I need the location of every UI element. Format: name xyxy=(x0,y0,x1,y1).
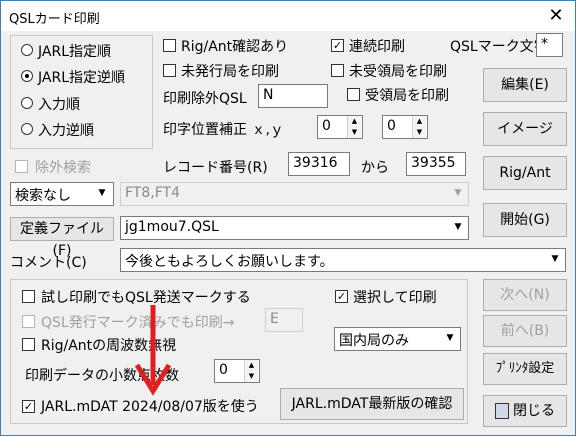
jarl-latest-button[interactable]: JARL.mDAT最新版の確認 xyxy=(280,388,464,420)
definition-file-select[interactable]: jg1mou7.QSL xyxy=(120,216,469,240)
start-button[interactable]: 開始(G) xyxy=(483,203,567,237)
comment-select[interactable]: 今後ともよろしくお願いします。 xyxy=(120,248,566,272)
order-radio-4[interactable] xyxy=(21,123,33,135)
chevron-down-icon[interactable]: ▼ xyxy=(450,188,466,198)
exclude-search-label: 除外検索 xyxy=(35,160,91,176)
comment-label: コメント(C) xyxy=(10,255,87,271)
rig-ant-button[interactable]: Rig/Ant xyxy=(483,156,567,190)
rig-ant-frequency-checkbox[interactable] xyxy=(22,338,35,351)
title-bar: QSLカード印刷 ✕ xyxy=(1,1,575,31)
chevron-down-icon[interactable]: ▼ xyxy=(450,222,466,232)
close-button-label: 閉じる xyxy=(513,403,555,419)
search-value-select[interactable]: FT8,FT4 xyxy=(120,182,469,206)
search-mode-value: 検索なし xyxy=(15,188,71,204)
select-print-checkbox[interactable]: ✓ xyxy=(335,290,348,303)
qsl-mark-field[interactable]: * xyxy=(536,33,563,57)
qsl-issued-print-checkbox[interactable] xyxy=(22,315,35,328)
jarl-mdat-label: JARL.mDAT 2024/08/07版を使う xyxy=(41,399,259,415)
image-button[interactable]: イメージ xyxy=(483,112,567,146)
received-label: 受領局を印刷 xyxy=(365,88,449,104)
received-checkbox[interactable] xyxy=(347,88,360,101)
qsl-print-window: QSLカード印刷 ✕ JARL指定順 JARL指定逆順 入力順 入力逆順 Rig… xyxy=(0,0,576,436)
close-button[interactable]: 閉じる xyxy=(483,395,567,427)
qsl-issued-field[interactable]: E xyxy=(265,308,303,332)
qsl-mark-label: QSLマーク文字 xyxy=(450,39,548,55)
domestic-value: 国内局のみ xyxy=(339,333,409,349)
decimal-spinner[interactable]: ▲ ▼ xyxy=(244,360,258,382)
record-to-label: から xyxy=(361,160,389,176)
exclude-qsl-label: 印刷除外QSL xyxy=(163,91,247,107)
printer-settings-button[interactable]: ﾌﾟﾘﾝﾀ設定 xyxy=(483,353,567,385)
jarl-mdat-checkbox[interactable]: ✓ xyxy=(22,400,35,413)
order-label-2: JARL指定逆順 xyxy=(38,70,125,86)
unreceived-label: 未受領局を印刷 xyxy=(349,64,447,80)
rig-ant-confirm-checkbox[interactable] xyxy=(163,39,176,52)
window-title: QSLカード印刷 xyxy=(9,12,100,27)
chevron-down-icon[interactable]: ▼ xyxy=(94,188,110,198)
definition-file-value: jg1mou7.QSL xyxy=(125,219,219,235)
annotation-arrow-icon xyxy=(134,305,172,396)
order-radio-1[interactable] xyxy=(21,44,33,56)
order-radio-3[interactable] xyxy=(21,97,33,109)
unreceived-checkbox[interactable] xyxy=(331,64,344,77)
continuous-print-checkbox[interactable]: ✓ xyxy=(331,39,344,52)
select-print-label: 選択して印刷 xyxy=(353,290,437,306)
order-label-4: 入力逆順 xyxy=(38,123,94,139)
search-value-text: FT8,FT4 xyxy=(125,185,180,201)
exclude-qsl-field[interactable]: N xyxy=(258,84,328,108)
prev-button[interactable]: 前へ(B) xyxy=(483,315,567,347)
pos-x-spinner[interactable]: ▲ ▼ xyxy=(347,116,361,138)
test-print-checkbox[interactable] xyxy=(22,290,35,303)
definition-file-button[interactable]: 定義ファイル(F) xyxy=(10,217,114,259)
next-button[interactable]: 次へ(N) xyxy=(483,279,567,311)
close-icon[interactable]: ✕ xyxy=(541,3,571,29)
chevron-down-icon[interactable]: ▼ xyxy=(442,333,458,343)
continuous-print-label: 連続印刷 xyxy=(349,39,405,55)
order-label-1: JARL指定順 xyxy=(38,44,111,60)
record-number-label: レコード番号(R) xyxy=(163,160,268,176)
door-icon xyxy=(495,403,509,419)
pos-y-spinner[interactable]: ▲ ▼ xyxy=(412,116,426,138)
record-from-field[interactable]: 39316 xyxy=(288,152,350,176)
edit-button[interactable]: 編集(E) xyxy=(483,68,567,102)
position-label: 印字位置補正 ｘ,ｙ xyxy=(163,122,284,138)
unissued-checkbox[interactable] xyxy=(163,64,176,77)
exclude-search-checkbox[interactable] xyxy=(15,160,28,173)
unissued-label: 未発行局を印刷 xyxy=(181,64,279,80)
order-label-3: 入力順 xyxy=(38,97,80,113)
comment-value: 今後ともよろしくお願いします。 xyxy=(125,254,334,270)
rig-ant-confirm-label: Rig/Ant確認あり xyxy=(181,39,289,55)
record-to-field[interactable]: 39355 xyxy=(406,152,466,176)
chevron-down-icon[interactable]: ▼ xyxy=(547,254,563,264)
order-radio-2[interactable] xyxy=(21,70,33,82)
